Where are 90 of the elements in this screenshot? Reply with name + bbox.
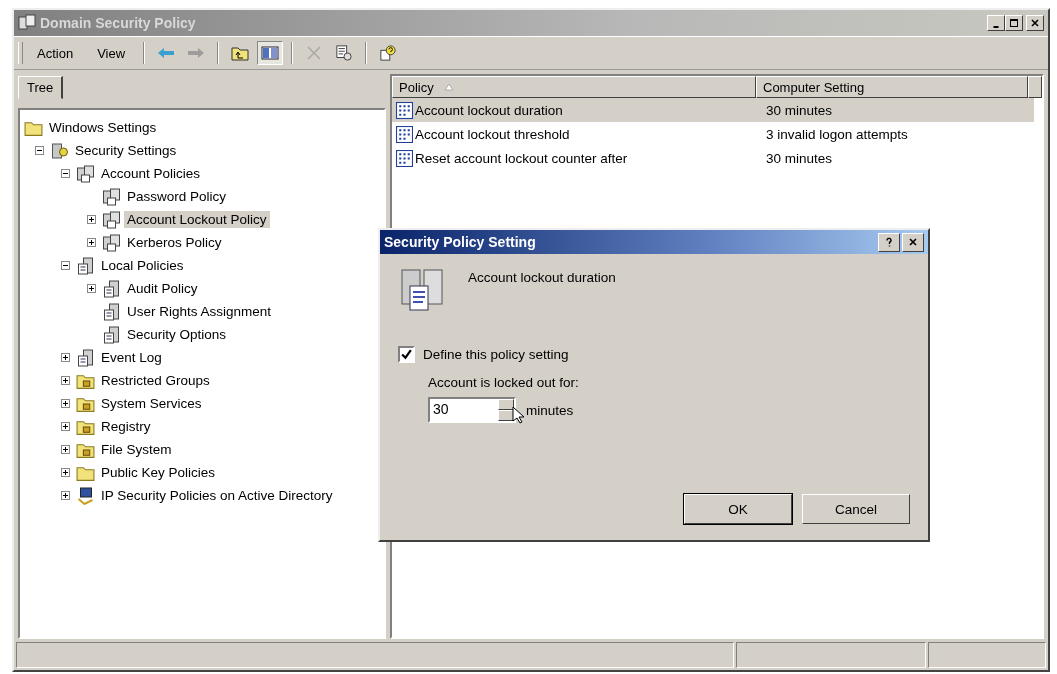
expand-icon[interactable]	[87, 215, 96, 224]
column-header[interactable]: Policy	[392, 76, 756, 98]
server-document-icon	[398, 266, 446, 314]
servers-icon	[76, 164, 95, 183]
panes-icon	[261, 45, 280, 61]
tree-item[interactable]: Windows Settings	[46, 119, 160, 136]
server-document-icon	[102, 302, 121, 321]
minimize-icon	[993, 25, 999, 28]
policy-name: Account lockout duration	[468, 270, 616, 285]
collapse-icon[interactable]	[35, 146, 44, 155]
close-button[interactable]	[902, 232, 924, 252]
menu-item[interactable]: Action	[27, 42, 84, 64]
help-icon	[379, 45, 398, 61]
server-document-icon	[76, 348, 95, 367]
unit-label: minutes	[526, 402, 574, 418]
expand-icon[interactable]	[61, 445, 70, 454]
tree-item[interactable]: Account Policies	[98, 165, 204, 182]
computer-icon	[76, 486, 95, 505]
policy-name: Account lockout threshold	[415, 126, 570, 142]
tree-item[interactable]: Public Key Policies	[98, 464, 219, 481]
policy-setting: 30 minutes	[765, 150, 833, 166]
policy-name: Account lockout duration	[415, 102, 563, 118]
expand-icon[interactable]	[61, 376, 70, 385]
policy-setting: 3 invalid logon attempts	[765, 126, 908, 142]
sort-arrow-icon	[443, 83, 454, 91]
servers-icon	[18, 14, 36, 32]
close-icon	[1030, 18, 1040, 28]
expand-icon[interactable]	[61, 422, 70, 431]
list-row[interactable]: Account lockout duration 30 minutes	[392, 98, 1034, 122]
list-row[interactable]: Reset account lockout counter after 30 minutes	[392, 146, 1034, 170]
ok-button[interactable]: OK	[684, 494, 792, 524]
tree-item[interactable]: Kerberos Policy	[124, 234, 225, 251]
menu-item[interactable]: View	[87, 42, 136, 64]
back-arrow-icon	[157, 45, 176, 61]
servers-icon	[102, 187, 121, 206]
server-document-icon	[102, 279, 121, 298]
show-tree-button[interactable]	[257, 41, 284, 65]
expand-icon[interactable]	[87, 284, 96, 293]
list-row[interactable]: Account lockout threshold 3 invalid logon attempts	[392, 122, 1034, 146]
tree-tab[interactable]: Tree	[18, 76, 64, 99]
expand-icon[interactable]	[61, 468, 70, 477]
expand-icon[interactable]	[61, 491, 70, 500]
export-list-icon	[335, 45, 354, 61]
collapse-icon[interactable]	[61, 169, 70, 178]
up-folder-icon	[231, 45, 250, 61]
pointer-cursor-icon	[512, 406, 524, 424]
column-header[interactable]: Computer Setting	[756, 76, 1028, 98]
tree-item[interactable]: User Rights Assignment	[124, 303, 275, 320]
servers-icon	[102, 210, 121, 229]
tree-item[interactable]: Password Policy	[124, 188, 230, 205]
tree-item[interactable]: System Services	[98, 395, 205, 412]
binary-policy-icon	[396, 101, 413, 119]
binary-policy-icon	[396, 149, 413, 167]
help-button[interactable]	[878, 232, 900, 252]
tree-item[interactable]: Registry	[98, 418, 154, 435]
tree-item[interactable]: Event Log	[98, 349, 165, 366]
policy-setting: 30 minutes	[765, 102, 833, 118]
minimize-button[interactable]	[987, 15, 1005, 31]
delete-icon	[305, 45, 324, 61]
servers-icon	[102, 233, 121, 252]
server-key-icon	[50, 141, 69, 160]
server-document-icon	[76, 256, 95, 275]
duration-label: Account is locked out for:	[428, 375, 580, 390]
dialog-title: Security Policy Setting	[384, 234, 537, 250]
expand-icon[interactable]	[61, 399, 70, 408]
tree-item[interactable]: IP Security Policies on Active Directory	[98, 487, 336, 504]
spin-field[interactable]: 30	[428, 397, 516, 423]
tree-item[interactable]: File System	[98, 441, 175, 458]
checkbox[interactable]	[398, 346, 415, 363]
tree-item[interactable]: Security Settings	[72, 142, 180, 159]
tree-item[interactable]: Local Policies	[98, 257, 187, 274]
maximize-button[interactable]	[1005, 15, 1023, 31]
collapse-icon[interactable]	[61, 261, 70, 270]
tree-item[interactable]: Account Lockout Policy	[124, 211, 270, 228]
expand-icon[interactable]	[61, 353, 70, 362]
question-mark-icon	[884, 237, 894, 247]
tree-item[interactable]: Audit Policy	[124, 280, 201, 297]
server-document-icon	[102, 325, 121, 344]
cancel-button[interactable]: Cancel	[802, 494, 910, 524]
tree-item[interactable]: Security Options	[124, 326, 230, 343]
close-button[interactable]	[1026, 15, 1044, 31]
binary-policy-icon	[396, 125, 413, 143]
close-icon	[908, 237, 918, 247]
tree-item[interactable]: Restricted Groups	[98, 372, 213, 389]
expand-icon[interactable]	[87, 238, 96, 247]
policy-name: Reset account lockout counter after	[415, 150, 628, 166]
forward-arrow-icon	[187, 45, 206, 61]
checkbox-label: Define this policy setting	[423, 347, 569, 362]
window-title: Domain Security Policy	[40, 15, 197, 31]
maximize-icon	[1009, 18, 1019, 28]
